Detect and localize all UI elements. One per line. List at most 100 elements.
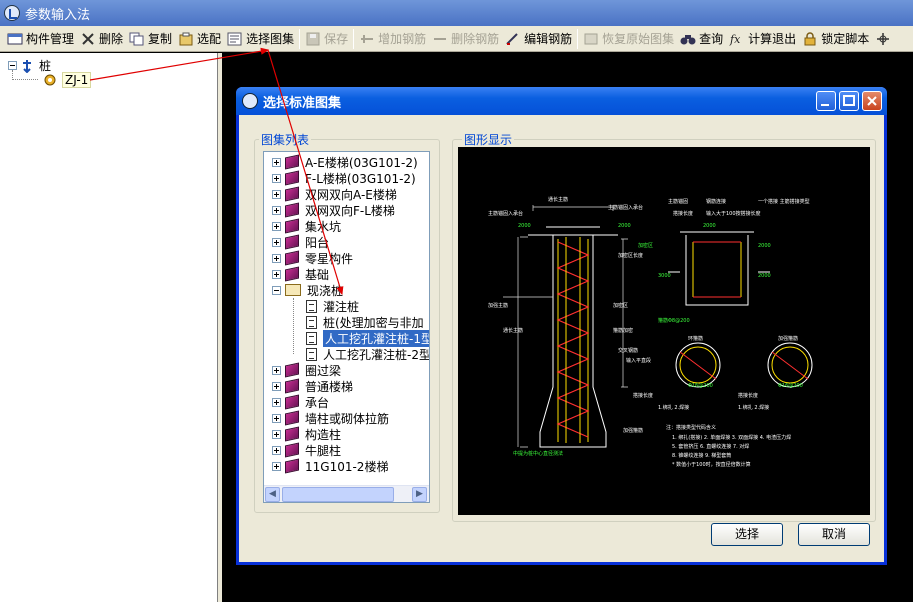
query-label: 查询 <box>699 32 724 46</box>
book-icon <box>285 234 299 250</box>
expand-toggle[interactable] <box>272 189 281 199</box>
pile-drawing-svg: 主筋锚固入承台 通长主筋 主筋锚固入承台 主筋锚固 钢筋连接 一个搭接 主筋搭接… <box>488 196 813 468</box>
edit-rebar-icon <box>505 32 521 46</box>
select-atlas-button[interactable]: 选择图集 <box>224 28 297 50</box>
save-button[interactable]: 保存 <box>302 28 351 50</box>
atlas-item-label: 零星构件 <box>305 251 354 266</box>
expand-toggle[interactable] <box>272 365 281 375</box>
svg-text:输入大于100按搭接长度: 输入大于100按搭接长度 <box>706 210 761 217</box>
atlas-list-item[interactable]: 现浇桩 <box>272 282 343 298</box>
select-match-icon <box>178 32 194 46</box>
binoculars-icon <box>680 32 696 46</box>
delete-button[interactable]: 删除 <box>77 28 126 50</box>
close-button[interactable] <box>862 91 882 111</box>
delete-rebar-button[interactable]: 删除钢筋 <box>429 28 502 50</box>
book-icon <box>285 458 299 474</box>
dialog-titlebar[interactable]: 选择标准图集 <box>236 87 887 115</box>
atlas-list-item[interactable]: 圈过梁 <box>272 362 341 378</box>
svg-text:箍筋Φ8@200: 箍筋Φ8@200 <box>658 317 690 324</box>
svg-text:钢筋连接: 钢筋连接 <box>706 198 726 205</box>
atlas-list-item[interactable]: 双网双向F-L楼梯 <box>272 202 395 218</box>
scroll-thumb[interactable] <box>282 487 394 502</box>
expand-toggle[interactable] <box>272 221 281 231</box>
maximize-button[interactable] <box>839 91 859 111</box>
atlas-list-item[interactable]: 墙柱或砌体拉筋 <box>272 410 389 426</box>
atlas-list-item[interactable]: 双网双向A-E楼梯 <box>272 186 397 202</box>
atlas-item-label: 构造柱 <box>305 427 342 442</box>
book-icon <box>285 362 299 378</box>
atlas-list-item[interactable]: 灌注桩 <box>306 298 359 314</box>
lock-script-button[interactable]: 锁定脚本 <box>799 28 872 50</box>
dialog-title: 选择标准图集 <box>263 95 342 111</box>
open-book-icon <box>285 284 301 296</box>
expand-toggle[interactable] <box>272 461 281 471</box>
toolbar-separator <box>577 28 579 49</box>
expand-toggle[interactable] <box>272 381 281 391</box>
scroll-right-button[interactable]: ▶ <box>412 487 427 502</box>
svg-text:搭接长度: 搭接长度 <box>738 392 758 399</box>
atlas-list-item[interactable]: 集水坑 <box>272 218 341 234</box>
atlas-list-item[interactable]: 承台 <box>272 394 329 410</box>
cancel-button[interactable]: 取消 <box>798 523 870 546</box>
edit-rebar-label: 编辑钢筋 <box>524 32 573 46</box>
scroll-left-button[interactable]: ◀ <box>265 487 280 502</box>
svg-text:主筋锚固: 主筋锚固 <box>668 198 688 205</box>
atlas-list-item[interactable]: 11G101-2楼梯 <box>272 458 388 474</box>
book-icon <box>285 202 299 218</box>
horizontal-scrollbar[interactable]: ◀ ▶ <box>264 485 429 502</box>
svg-text:1.绑扎 2.焊接: 1.绑扎 2.焊接 <box>658 404 689 411</box>
svg-text:交叉钢筋: 交叉钢筋 <box>618 347 638 354</box>
atlas-list-item[interactable]: 普通楼梯 <box>272 378 353 394</box>
atlas-item-label: 人工挖孔灌注桩-1型 <box>323 329 429 347</box>
dialog-app-icon <box>242 93 258 109</box>
expand-toggle[interactable] <box>272 397 281 407</box>
expand-toggle[interactable] <box>272 253 281 263</box>
atlas-list[interactable]: A-E楼梯(03G101-2) F-L楼梯(03G101-2) 双网双向A-E楼梯双… <box>263 151 430 503</box>
collapse-toggle[interactable] <box>8 61 17 70</box>
select-button[interactable]: 选择 <box>711 523 783 546</box>
svg-text:加密区长度: 加密区长度 <box>618 252 643 259</box>
atlas-list-item[interactable]: 人工挖孔灌注桩-2型 <box>306 346 429 362</box>
atlas-list-item[interactable]: F-L楼梯(03G101-2) <box>272 170 416 186</box>
component-manage-button[interactable]: 构件管理 <box>4 28 77 50</box>
expand-toggle[interactable] <box>272 205 281 215</box>
tree-child-node[interactable]: ZJ-1 <box>44 72 92 88</box>
preview-group-label: 图形显示 <box>462 131 515 148</box>
calc-exit-button[interactable]: fx 计算退出 <box>726 28 799 50</box>
svg-text:Φ16@200: Φ16@200 <box>688 383 713 389</box>
atlas-list-item[interactable]: A-E楼梯(03G101-2) <box>272 154 418 170</box>
expand-toggle[interactable] <box>272 429 281 439</box>
svg-text:加密区: 加密区 <box>613 302 628 309</box>
select-match-button[interactable]: 选配 <box>175 28 224 50</box>
book-icon <box>285 186 299 202</box>
query-button[interactable]: 查询 <box>677 28 726 50</box>
expand-toggle[interactable] <box>272 445 281 455</box>
svg-text:环箍筋: 环箍筋 <box>688 335 703 342</box>
atlas-list-item[interactable]: 牛腿柱 <box>272 442 341 458</box>
copy-button[interactable]: 复制 <box>126 28 175 50</box>
copy-label: 复制 <box>148 32 173 46</box>
add-rebar-button[interactable]: 增加钢筋 <box>356 28 429 50</box>
select-atlas-label: 选择图集 <box>246 32 295 46</box>
expand-toggle[interactable] <box>272 157 281 167</box>
atlas-list-item[interactable]: 基础 <box>272 266 329 282</box>
expand-toggle[interactable] <box>272 173 281 183</box>
atlas-item-label: 桩(处理加密与非加 <box>323 315 424 330</box>
svg-text:加强箍筋: 加强箍筋 <box>778 335 798 342</box>
minimize-button[interactable] <box>816 91 836 111</box>
atlas-list-item[interactable]: 人工挖孔灌注桩-1型 <box>306 329 429 347</box>
move-handle[interactable] <box>872 28 897 50</box>
atlas-item-label: 双网双向F-L楼梯 <box>305 203 395 218</box>
atlas-list-item[interactable]: 阳台 <box>272 234 329 250</box>
atlas-list-item[interactable]: 桩(处理加密与非加 <box>306 314 424 330</box>
svg-text:通长主筋: 通长主筋 <box>548 196 568 203</box>
restore-atlas-button[interactable]: 恢复原始图集 <box>580 28 677 50</box>
atlas-list-item[interactable]: 零星构件 <box>272 250 353 266</box>
svg-text:加密区: 加密区 <box>638 242 653 249</box>
expand-toggle[interactable] <box>272 237 281 247</box>
expand-toggle[interactable] <box>272 269 281 279</box>
collapse-toggle[interactable] <box>272 285 281 295</box>
edit-rebar-button[interactable]: 编辑钢筋 <box>502 28 575 50</box>
expand-toggle[interactable] <box>272 413 281 423</box>
atlas-list-item[interactable]: 构造柱 <box>272 426 341 442</box>
